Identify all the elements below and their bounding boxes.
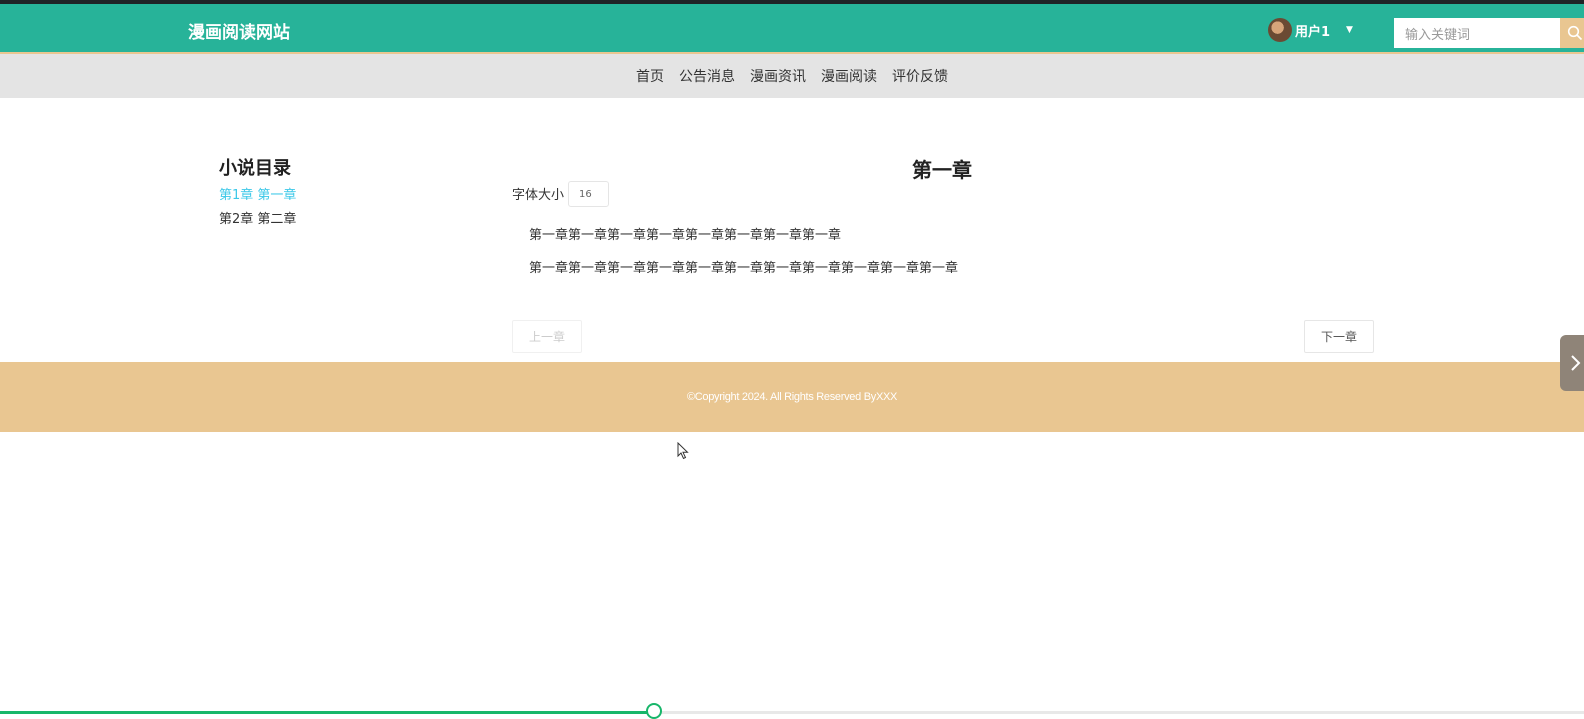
site-header: 漫画阅读网站 用户1 ▼ 输入关键词: [0, 4, 1584, 54]
nav-item-feedback[interactable]: 评价反馈: [892, 66, 948, 86]
side-expand-button[interactable]: [1560, 335, 1584, 391]
user-name[interactable]: 用户1: [1295, 21, 1330, 40]
chevron-right-icon: [1571, 355, 1581, 371]
site-title[interactable]: 漫画阅读网站: [188, 18, 290, 43]
site-footer: ©Copyright 2024. All Rights Reserved ByX…: [0, 362, 1584, 432]
main-nav: 首页 公告消息 漫画资讯 漫画阅读 评价反馈: [0, 54, 1584, 98]
video-progress-handle[interactable]: [646, 703, 662, 719]
toc-item-chapter-2[interactable]: 第2章 第二章: [219, 208, 296, 227]
search-icon: [1567, 25, 1583, 41]
chapter-paragraph: 第一章第一章第一章第一章第一章第一章第一章第一章第一章第一章第一章: [529, 261, 959, 276]
search-button[interactable]: [1560, 18, 1584, 48]
nav-item-comic-news[interactable]: 漫画资讯: [750, 66, 806, 86]
search-placeholder: 输入关键词: [1405, 27, 1471, 43]
chapter-title: 第一章: [912, 158, 972, 182]
nav-item-home[interactable]: 首页: [636, 66, 664, 86]
mouse-cursor-icon: [677, 442, 689, 460]
chevron-down-icon[interactable]: ▼: [1346, 25, 1353, 35]
chapter-paragraph: 第一章第一章第一章第一章第一章第一章第一章第一章: [529, 228, 842, 243]
nav-item-comic-reading[interactable]: 漫画阅读: [821, 66, 877, 86]
copyright-text: ©Copyright 2024. All Rights Reserved ByX…: [686, 391, 898, 403]
font-size-input[interactable]: 16: [568, 181, 609, 207]
video-progress-fill: [0, 711, 654, 714]
toc-title: 小说目录: [219, 158, 291, 179]
toc-item-chapter-1[interactable]: 第1章 第一章: [219, 184, 296, 203]
nav-item-announcements[interactable]: 公告消息: [679, 66, 735, 86]
font-size-label: 字体大小: [512, 188, 565, 203]
avatar[interactable]: [1268, 18, 1292, 42]
user-menu[interactable]: 用户1 ▼: [1268, 17, 1353, 43]
next-chapter-button[interactable]: 下一章: [1304, 320, 1374, 353]
prev-chapter-button[interactable]: 上一章: [512, 320, 582, 353]
search-input[interactable]: 输入关键词: [1394, 18, 1560, 48]
font-size-value: 16: [579, 188, 592, 200]
